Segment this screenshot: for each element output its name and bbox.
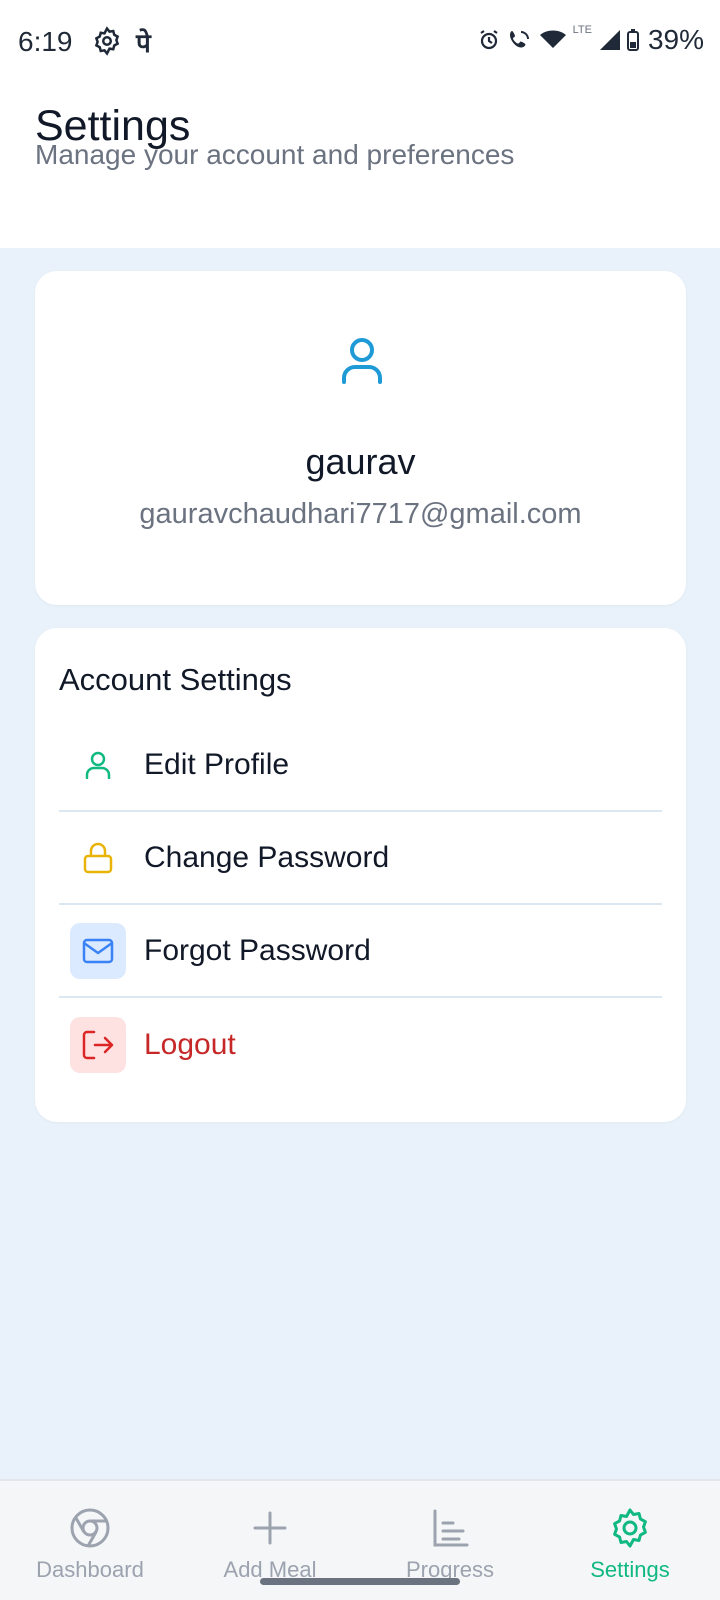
phonepe-notification-icon: पे (136, 28, 151, 58)
status-icons: LTE 39% (477, 24, 704, 56)
logout-icon-box (70, 1016, 126, 1073)
user-icon (342, 338, 382, 384)
nav-settings[interactable]: Settings (540, 1481, 720, 1600)
page-subtitle: Manage your account and preferences (35, 139, 515, 170)
lock-icon (83, 842, 113, 873)
forgot-password-button[interactable]: Forgot Password (59, 905, 662, 998)
nav-dashboard-label: Dashboard (36, 1557, 144, 1582)
logout-icon (82, 1030, 114, 1059)
signal-icon (599, 30, 620, 50)
gear-icon (613, 1508, 647, 1548)
profile-email: gauravchaudhari7717@gmail.com (139, 498, 582, 530)
user-icon (85, 751, 111, 779)
settings-notification-icon (94, 26, 120, 56)
alarm-icon (479, 30, 498, 50)
plus-icon (253, 1511, 287, 1545)
wifi-call-icon (509, 31, 529, 48)
home-indicator[interactable] (260, 1578, 460, 1585)
change-password-button[interactable]: Change Password (59, 812, 662, 905)
profile-name: gaurav (305, 441, 416, 482)
account-settings-card: Account Settings Edit Profile Change Pas… (35, 628, 686, 1122)
logout-button[interactable]: Logout (59, 998, 662, 1091)
bar-chart-icon (433, 1509, 469, 1547)
change-password-label: Change Password (144, 840, 390, 874)
mail-icon (82, 938, 114, 963)
wifi-icon (539, 30, 566, 48)
section-title: Account Settings (59, 662, 292, 697)
edit-profile-button[interactable]: Edit Profile (59, 719, 662, 812)
nav-settings-label: Settings (590, 1557, 670, 1582)
nav-dashboard[interactable]: Dashboard (0, 1481, 180, 1600)
forgot-password-icon-box (70, 922, 126, 979)
status-bar: 6:19 पे LTE 39% (0, 0, 720, 84)
battery-percent: 39% (647, 24, 704, 55)
change-password-icon-box (70, 830, 126, 886)
edit-profile-label: Edit Profile (144, 747, 290, 781)
chrome-icon (70, 1508, 110, 1548)
lte-label: LTE (572, 24, 592, 36)
status-time: 6:19 (18, 26, 73, 57)
page-header: Settings Manage your account and prefere… (0, 84, 720, 248)
battery-icon (626, 29, 639, 51)
profile-card: gaurav gauravchaudhari7717@gmail.com (35, 271, 686, 605)
forgot-password-label: Forgot Password (144, 933, 371, 967)
edit-profile-icon-box (70, 737, 126, 793)
logout-label: Logout (144, 1027, 236, 1061)
